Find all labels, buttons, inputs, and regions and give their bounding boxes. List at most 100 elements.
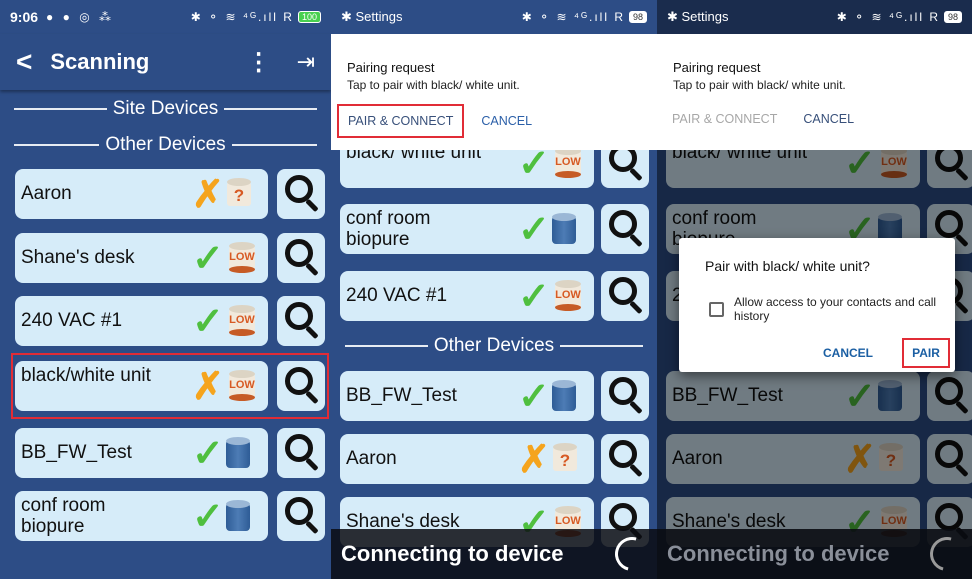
battery-icon: 100 (297, 11, 321, 23)
tank-low-icon: LOW (226, 242, 258, 274)
dialog-question: Pair with black/ white unit? (705, 258, 870, 274)
device-row: Aaron ✗? (15, 169, 325, 219)
status-notification-icons: ● ● ◎ ⁂ (46, 10, 114, 24)
back-arrow-icon[interactable]: < (16, 46, 32, 78)
pair-connect-button[interactable]: PAIR & CONNECT (337, 104, 465, 138)
tank-unknown-icon: ? (552, 443, 578, 473)
connected-check-icon: ✓ (192, 301, 224, 343)
search-button[interactable] (601, 434, 649, 484)
connected-check-icon: ✓ (192, 496, 224, 538)
device-row: 240 VAC #1 ✓LOW (15, 296, 325, 346)
device-name: 240 VAC #1 (21, 310, 123, 331)
panel-pair-confirm: ✱ Settings ✱ ⚬ ≋ ⁴ᴳ.ıll R 98 black/ whit… (657, 0, 972, 579)
section-site-devices: Site Devices (0, 94, 331, 124)
status-time: 9:06 (10, 9, 39, 25)
tank-unknown-icon: ? (226, 178, 252, 208)
panel-scanning: 9:06 ● ● ◎ ⁂ ✱ ⚬ ≋ ⁴ᴳ.ıll R 100 < Scanni… (0, 0, 331, 579)
cancel-button[interactable]: CANCEL (794, 104, 863, 134)
device-name: Shane's desk (21, 247, 135, 268)
connected-check-icon: ✓ (192, 238, 224, 280)
section-other-devices: Other Devices (331, 331, 657, 361)
device-card[interactable]: 240 VAC #1 ✓LOW (15, 296, 268, 346)
search-button[interactable] (601, 271, 649, 321)
not-connected-cross-icon: ✗ (518, 439, 550, 481)
device-card[interactable]: BB_FW_Test ✓ (15, 428, 268, 478)
device-name: BB_FW_Test (346, 385, 457, 406)
device-card[interactable]: Shane's desk ✓ LOW (15, 233, 268, 283)
device-card[interactable]: Aaron ✗? (15, 169, 268, 219)
status-bar: ✱ Settings ✱ ⚬ ≋ ⁴ᴳ.ıll R 98 (331, 0, 657, 34)
app-bar: < Scanning ⋮ ⇥ (0, 34, 331, 90)
device-row: Shane's desk ✓ LOW (15, 233, 325, 283)
more-options-icon[interactable]: ⋮ (247, 48, 271, 77)
dialog-pair-button[interactable]: PAIR (902, 338, 950, 368)
section-other-devices: Other Devices (0, 130, 331, 160)
search-button[interactable] (277, 169, 325, 219)
search-button[interactable] (601, 204, 649, 254)
device-name: conf room biopure (346, 208, 431, 250)
search-button[interactable] (277, 428, 325, 478)
pairing-request-heading: Pairing request (673, 60, 761, 75)
pairing-request-heading: Pairing request (347, 60, 435, 75)
connecting-overlay: Connecting to device (657, 529, 972, 579)
status-bar: ✱ Settings ✱ ⚬ ≋ ⁴ᴳ.ıll R 98 (657, 0, 972, 34)
connecting-text: Connecting to device (667, 541, 890, 566)
status-signal-icons: ✱ ⚬ ≋ ⁴ᴳ.ıll R (521, 10, 625, 24)
status-settings-label: ✱ Settings (667, 9, 729, 24)
connected-check-icon: ✓ (518, 143, 550, 185)
tank-full-icon (226, 437, 250, 469)
pair-connect-button[interactable]: PAIR & CONNECT (663, 104, 786, 134)
tank-low-icon: LOW (552, 147, 584, 179)
tank-low-icon: LOW (226, 305, 258, 337)
device-card[interactable]: 240 VAC #1 ✓LOW (340, 271, 594, 321)
device-name: conf room biopure (21, 495, 106, 537)
battery-icon: 98 (628, 11, 647, 23)
loading-spinner-icon (608, 530, 656, 578)
connected-check-icon: ✓ (518, 209, 550, 251)
status-signal-icons: ✱ ⚬ ≋ ⁴ᴳ.ıll R (836, 10, 940, 24)
device-name: Aaron (346, 448, 397, 469)
search-button[interactable] (277, 296, 325, 346)
device-name: Aaron (21, 183, 72, 204)
search-button[interactable] (601, 371, 649, 421)
connecting-overlay: Connecting to device (331, 529, 657, 579)
status-settings-label: ✱ Settings (341, 9, 403, 24)
page-title: Scanning (50, 49, 150, 74)
loading-spinner-icon (923, 530, 971, 578)
device-row: BB_FW_Test ✓ (15, 428, 325, 478)
tank-low-icon: LOW (552, 280, 584, 312)
status-signal-icons: ✱ ⚬ ≋ ⁴ᴳ.ıll R (190, 10, 294, 24)
pairing-request-notification: Pairing request Tap to pair with black/ … (657, 34, 972, 150)
section-label: Other Devices (433, 335, 555, 356)
section-label: Other Devices (105, 134, 226, 155)
battery-icon: 98 (943, 11, 962, 23)
status-bar: 9:06 ● ● ◎ ⁂ ✱ ⚬ ≋ ⁴ᴳ.ıll R 100 (0, 0, 331, 34)
dialog-cancel-button[interactable]: CANCEL (823, 346, 873, 360)
device-name: BB_FW_Test (21, 442, 132, 463)
selected-device-highlight (11, 353, 329, 419)
pairing-request-subtext: Tap to pair with black/ white unit. (673, 78, 846, 92)
pair-confirm-dialog: Pair with black/ white unit? Allow acces… (679, 238, 955, 372)
connecting-text: Connecting to device (341, 541, 564, 566)
tank-full-icon (226, 500, 250, 532)
contacts-access-label: Allow access to your contacts and call h… (734, 295, 937, 323)
device-card[interactable]: Aaron ✗? (340, 434, 594, 484)
search-button[interactable] (277, 491, 325, 541)
pairing-request-subtext: Tap to pair with black/ white unit. (347, 78, 520, 92)
device-card[interactable]: conf room biopure ✓ (340, 204, 594, 254)
device-row: conf room biopure ✓ (15, 491, 325, 541)
device-row: BB_FW_Test ✓ (340, 371, 649, 421)
device-row: conf room biopure ✓ (340, 204, 649, 254)
connected-check-icon: ✓ (518, 376, 550, 418)
connected-check-icon: ✓ (518, 276, 550, 318)
device-row: 240 VAC #1 ✓LOW (340, 271, 649, 321)
device-card[interactable]: conf room biopure ✓ (15, 491, 268, 541)
cancel-button[interactable]: CANCEL (472, 106, 541, 136)
contacts-access-checkbox[interactable] (709, 302, 724, 317)
device-card[interactable]: BB_FW_Test ✓ (340, 371, 594, 421)
search-button[interactable] (277, 233, 325, 283)
exit-icon[interactable]: ⇥ (297, 49, 315, 75)
tank-full-icon (552, 380, 576, 412)
device-name: 240 VAC #1 (346, 285, 448, 306)
device-row: Aaron ✗? (340, 434, 649, 484)
